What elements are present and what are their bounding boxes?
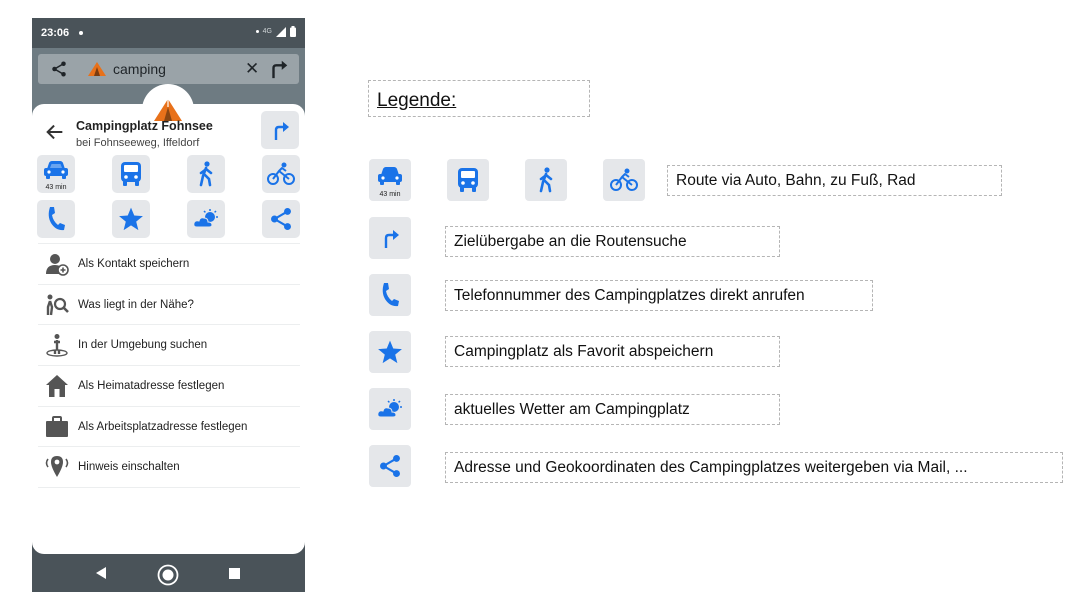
call-button[interactable] bbox=[37, 200, 75, 238]
legend-star-icon-tile bbox=[369, 331, 411, 373]
legend-text-call: Telefonnummer des Campingplatzes direkt … bbox=[445, 280, 873, 311]
legend-bus-icon-tile bbox=[447, 159, 489, 201]
clear-search-button[interactable]: ✕ bbox=[245, 59, 259, 79]
legend-text-route: Route via Auto, Bahn, zu Fuß, Rad bbox=[667, 165, 1002, 196]
walk-icon bbox=[539, 167, 553, 193]
legend-car-travel-time: 43 min bbox=[379, 191, 401, 198]
share-icon bbox=[271, 207, 291, 231]
battery-icon bbox=[290, 26, 296, 37]
search-bar[interactable]: camping ✕ bbox=[38, 54, 299, 84]
bike-icon bbox=[267, 162, 295, 185]
legend-route-handover-icon-tile bbox=[369, 217, 411, 259]
car-icon bbox=[44, 161, 68, 179]
place-title: Campingplatz Fohnsee bbox=[76, 119, 213, 133]
weather-icon bbox=[193, 209, 218, 228]
tent-icon bbox=[88, 62, 106, 76]
legend-text-weather: aktuelles Wetter am Campingplatz bbox=[445, 394, 780, 425]
route-car-button[interactable]: 43 min bbox=[37, 155, 75, 193]
menu-item-set-home[interactable]: Als Heimatadresse festlegen bbox=[38, 365, 300, 406]
menu-item-save-contact[interactable]: Als Kontakt speichern bbox=[38, 243, 300, 284]
nearby-search-icon bbox=[44, 292, 70, 318]
nav-back-icon[interactable] bbox=[95, 567, 107, 579]
menu-item-surroundings[interactable]: In der Umgebung suchen bbox=[38, 324, 300, 365]
weather-button[interactable] bbox=[187, 200, 225, 238]
route-train-button[interactable] bbox=[112, 155, 150, 193]
legend-text-favorite: Campingplatz als Favorit abspeichern bbox=[445, 336, 780, 367]
legend-phone-icon-tile bbox=[369, 274, 411, 316]
star-icon bbox=[119, 207, 143, 231]
android-nav-bar bbox=[32, 554, 305, 592]
bus-icon bbox=[121, 162, 141, 186]
legend-title-box: Legende: bbox=[368, 80, 590, 117]
share-icon bbox=[380, 454, 400, 478]
walk-icon bbox=[199, 161, 213, 187]
car-travel-time: 43 min bbox=[45, 184, 67, 191]
favorite-button[interactable] bbox=[112, 200, 150, 238]
legend-bike-icon-tile bbox=[603, 159, 645, 201]
share-icon[interactable] bbox=[50, 60, 68, 78]
menu-item-label: Als Heimatadresse festlegen bbox=[78, 379, 225, 392]
share-place-button[interactable] bbox=[262, 200, 300, 238]
notification-dot bbox=[79, 31, 83, 35]
route-handover-icon bbox=[274, 122, 289, 140]
menu-item-label: Was liegt in der Nähe? bbox=[78, 298, 194, 311]
turn-right-icon[interactable] bbox=[268, 58, 290, 80]
phone-icon bbox=[48, 207, 65, 231]
legend-share-icon-tile bbox=[369, 445, 411, 487]
route-bike-button[interactable] bbox=[262, 155, 300, 193]
legend-text-route-handover: Zielübergabe an die Routensuche bbox=[445, 226, 780, 257]
bike-icon bbox=[610, 168, 638, 191]
legend-title: Legende: bbox=[377, 90, 457, 111]
place-address: bei Fohnseeweg, Iffeldorf bbox=[76, 137, 200, 149]
network-label: 4G bbox=[262, 28, 272, 35]
status-time: 23:06 bbox=[41, 27, 70, 39]
dot-icon bbox=[255, 30, 259, 33]
legend-walk-icon-tile bbox=[525, 159, 567, 201]
route-handover-icon bbox=[384, 230, 399, 248]
menu-item-nearby[interactable]: Was liegt in der Nähe? bbox=[38, 283, 300, 325]
menu-item-label: In der Umgebung suchen bbox=[78, 339, 208, 352]
nav-home-icon[interactable] bbox=[157, 564, 179, 586]
search-input[interactable]: camping bbox=[113, 61, 166, 77]
add-contact-icon bbox=[44, 251, 70, 277]
legend-weather-icon-tile bbox=[369, 388, 411, 430]
star-icon bbox=[378, 340, 402, 364]
home-icon bbox=[44, 373, 70, 399]
back-arrow-icon[interactable] bbox=[44, 121, 66, 143]
route-walk-button[interactable] bbox=[187, 155, 225, 193]
nav-recents-icon[interactable] bbox=[229, 568, 240, 579]
menu-item-label: Hinweis einschalten bbox=[78, 461, 180, 474]
car-icon bbox=[378, 167, 402, 185]
status-bar: 23:06 4G bbox=[32, 18, 305, 48]
phone-icon bbox=[382, 283, 399, 307]
menu-item-set-work[interactable]: Als Arbeitsplatzadresse festlegen bbox=[38, 405, 300, 447]
menu-item-notification[interactable]: Hinweis einschalten bbox=[38, 446, 300, 489]
menu-item-label: Als Kontakt speichern bbox=[78, 257, 190, 270]
weather-icon bbox=[377, 399, 402, 418]
legend-car-icon-tile: 43 min bbox=[369, 159, 411, 201]
signal-icon bbox=[276, 26, 286, 37]
briefcase-icon bbox=[44, 414, 70, 440]
bus-icon bbox=[458, 168, 478, 192]
menu-item-label: Als Arbeitsplatzadresse festlegen bbox=[78, 420, 248, 433]
status-icons: 4G bbox=[255, 26, 296, 37]
phone-screen: 23:06 4G camping ✕ Campingplatz Fohnsee … bbox=[32, 18, 305, 592]
route-handover-button[interactable] bbox=[261, 111, 299, 149]
place-detail-sheet: Campingplatz Fohnsee bei Fohnseeweg, Iff… bbox=[32, 84, 305, 554]
location-alert-icon bbox=[44, 454, 70, 480]
legend-text-share: Adresse und Geokoordinaten des Campingpl… bbox=[445, 452, 1063, 483]
surroundings-icon bbox=[44, 332, 70, 358]
tent-icon bbox=[154, 99, 182, 121]
place-action-menu: Als Kontakt speichern Was liegt in der N… bbox=[38, 243, 300, 489]
